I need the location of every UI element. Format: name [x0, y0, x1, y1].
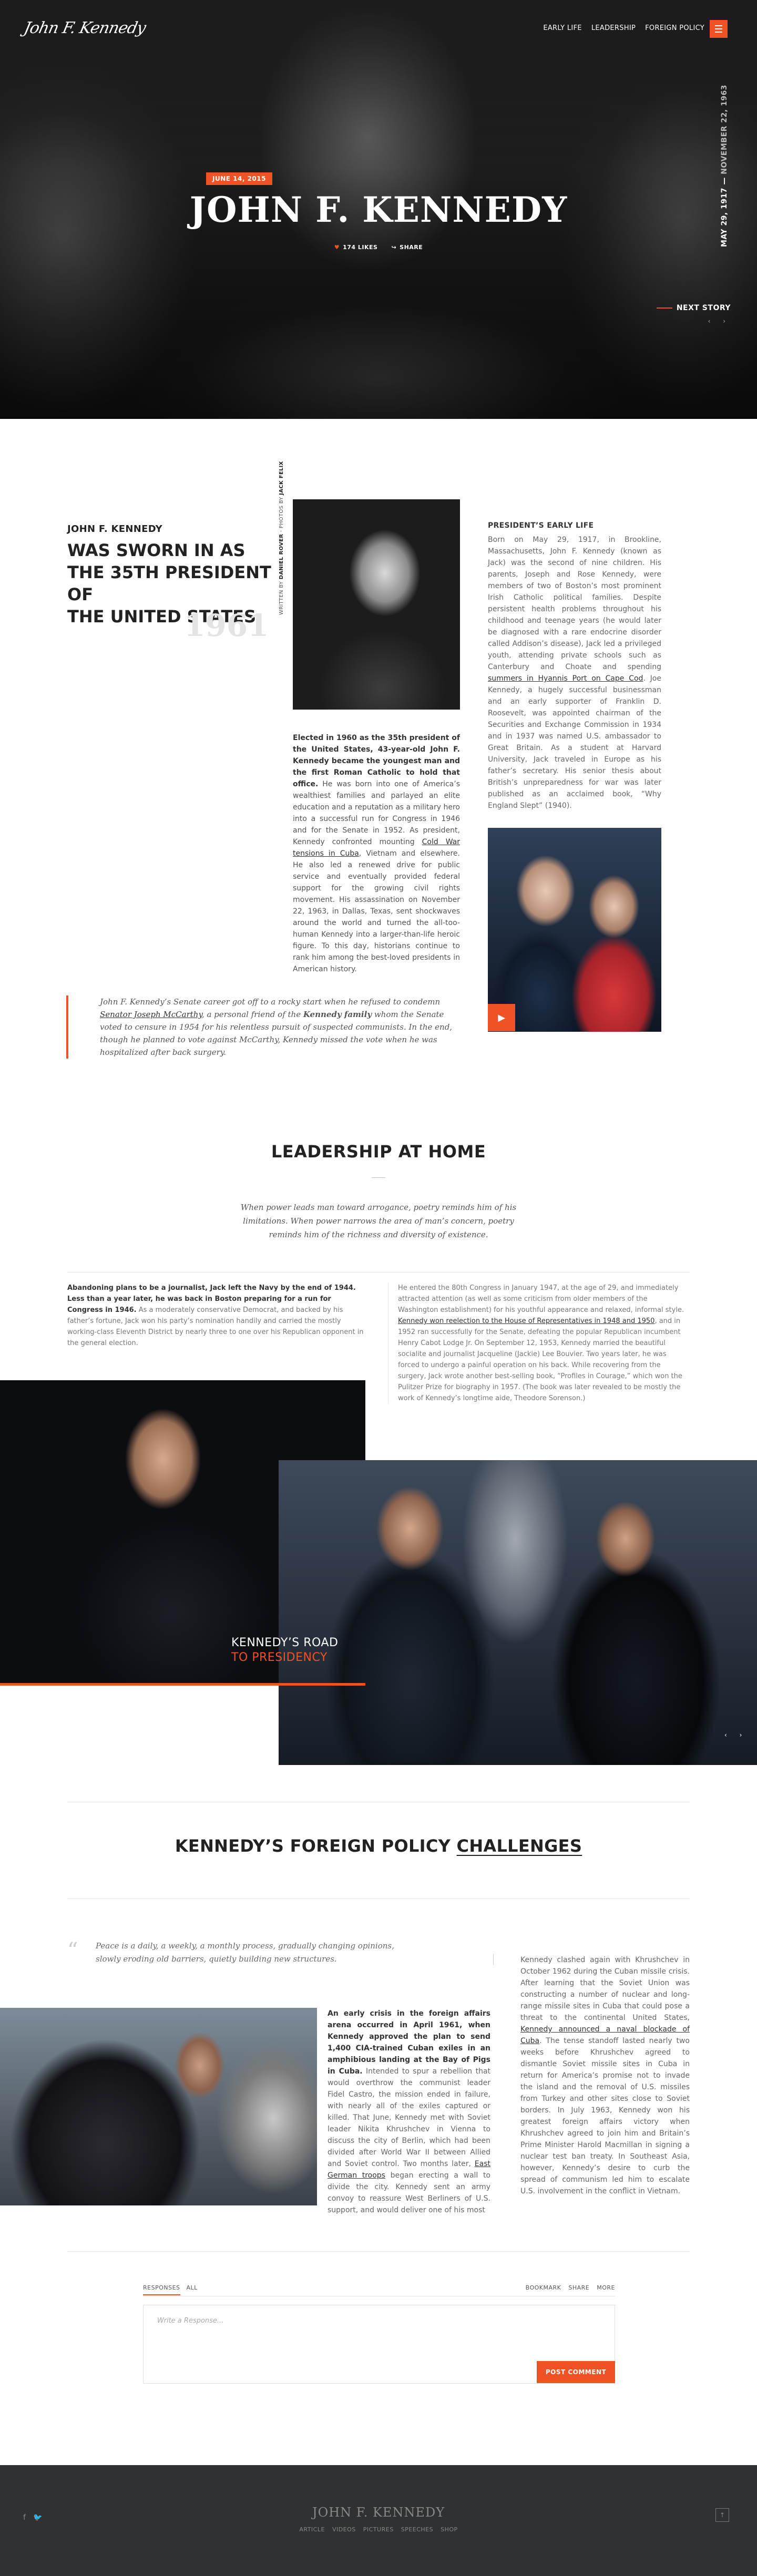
hero-meta: ♥ 174 LIKES ↪ SHARE	[0, 244, 757, 251]
leadership-title: LEADERSHIP AT HOME	[271, 1142, 486, 1162]
kennedy-portrait-photo	[293, 499, 460, 710]
leadership-left-text: Abandoning plans to be a journalist, Jac…	[67, 1284, 364, 1347]
divider	[67, 1898, 690, 1899]
back-to-top-icon[interactable]: ↑	[715, 2508, 729, 2522]
hamburger-icon[interactable]	[710, 20, 728, 38]
nav-foreign-policy[interactable]: FOREIGN POLICY	[645, 24, 704, 32]
photo-credit: WRITTEN BY DANIEL ROVER · PHOTOS BY JACK…	[279, 461, 284, 615]
footer-links: ARTICLE VIDEOS PICTURES SPEECHES SHOP	[0, 2526, 757, 2533]
hero-title: JOHN F. KENNEDY	[189, 189, 568, 230]
post-comment-button[interactable]: POST COMMENT	[537, 2361, 615, 2383]
next-story[interactable]: NEXT STORY ‹ ›	[657, 304, 731, 325]
top-nav: EARLY LIFE LEADERSHIP FOREIGN POLICY	[543, 24, 704, 32]
footer-link-speeches[interactable]: SPEECHES	[401, 2526, 433, 2533]
footer	[0, 2465, 757, 2576]
peace-quote: Peace is a daily, a weekly, a monthly pr…	[96, 1941, 394, 1964]
nav-leadership[interactable]: LEADERSHIP	[591, 24, 636, 32]
share-button[interactable]: ↪ SHARE	[391, 244, 423, 251]
gallery-arrows-icon[interactable]: ‹ ›	[724, 1731, 747, 1739]
divider	[493, 1954, 494, 1965]
heart-icon: ♥	[334, 244, 340, 251]
date-badge: JUNE 14, 2015	[206, 172, 272, 185]
next-story-arrows-icon[interactable]: ‹ ›	[657, 317, 731, 325]
year-watermark: 1961	[184, 608, 269, 643]
tab-responses[interactable]: RESPONSES	[143, 2284, 180, 2295]
signature-logo[interactable]: John F. Kennedy	[22, 19, 147, 37]
foreign-policy-title: KENNEDY’S FOREIGN POLICY CHALLENGES	[175, 1836, 582, 1856]
kennedy-couple-photo[interactable]	[488, 828, 661, 1032]
foreign-policy-mid-text: An early crisis in the foreign affairs a…	[328, 2009, 491, 2214]
link-house-reelection[interactable]: Kennedy won reelection to the House of R…	[398, 1317, 654, 1325]
section-kicker: JOHN F. KENNEDY	[67, 524, 162, 535]
tab-all[interactable]: ALL	[187, 2284, 198, 2295]
footer-link-videos[interactable]: VIDEOS	[332, 2526, 356, 2533]
play-video-button[interactable]: ▶	[488, 1004, 515, 1031]
kennedy-crowd-photo	[0, 2008, 317, 2205]
more-button[interactable]: MORE	[597, 2284, 615, 2291]
section-body: Elected in 1960 as the 35th president of…	[293, 734, 460, 973]
pull-quote-senate: John F. Kennedy’s Senate career got off …	[66, 995, 466, 1059]
responses-tabs: RESPONSES ALL	[143, 2284, 198, 2295]
footer-link-shop[interactable]: SHOP	[441, 2526, 458, 2533]
divider	[67, 2251, 690, 2252]
divider	[372, 1177, 385, 1178]
link-mccarthy[interactable]: Senator Joseph McCarthy	[100, 1010, 202, 1019]
kennedy-handshake-photo	[279, 1460, 757, 1765]
bookmark-button[interactable]: BOOKMARK	[526, 2284, 561, 2291]
footer-link-article[interactable]: ARTICLE	[299, 2526, 325, 2533]
early-life-body: Born on May 29, 1917, in Brookline, Mass…	[488, 536, 661, 810]
link-hyannis-port[interactable]: summers in Hyannis Port on Cape Cod	[488, 674, 643, 683]
footer-brand[interactable]: JOHN F. KENNEDY	[0, 2505, 757, 2520]
share-icon: ↪	[391, 244, 397, 251]
early-life-title: PRESIDENT’S EARLY LIFE	[488, 521, 594, 530]
leadership-right-text: He entered the 80th Congress in January …	[388, 1282, 690, 1404]
play-icon: ▶	[498, 1012, 505, 1023]
quote-mark-icon: “	[67, 1938, 78, 1963]
road-to-presidency-title: KENNEDY’S ROAD TO PRESIDENCY	[231, 1636, 339, 1664]
footer-link-pictures[interactable]: PICTURES	[363, 2526, 394, 2533]
accent-rule	[0, 1683, 365, 1686]
responses-actions: BOOKMARK SHARE MORE	[526, 2284, 615, 2291]
share-button[interactable]: SHARE	[568, 2284, 589, 2291]
leadership-quote: When power leads man toward arrogance, p…	[240, 1203, 517, 1239]
next-story-label: NEXT STORY	[657, 304, 731, 312]
foreign-policy-right-text: Kennedy clashed again with Khrushchev in…	[520, 1956, 690, 2195]
like-button[interactable]: ♥ 174 LIKES	[334, 244, 378, 251]
nav-early-life[interactable]: EARLY LIFE	[543, 24, 582, 32]
life-dates: MAY 29, 1917 — NOVEMBER 22, 1963	[720, 85, 729, 247]
